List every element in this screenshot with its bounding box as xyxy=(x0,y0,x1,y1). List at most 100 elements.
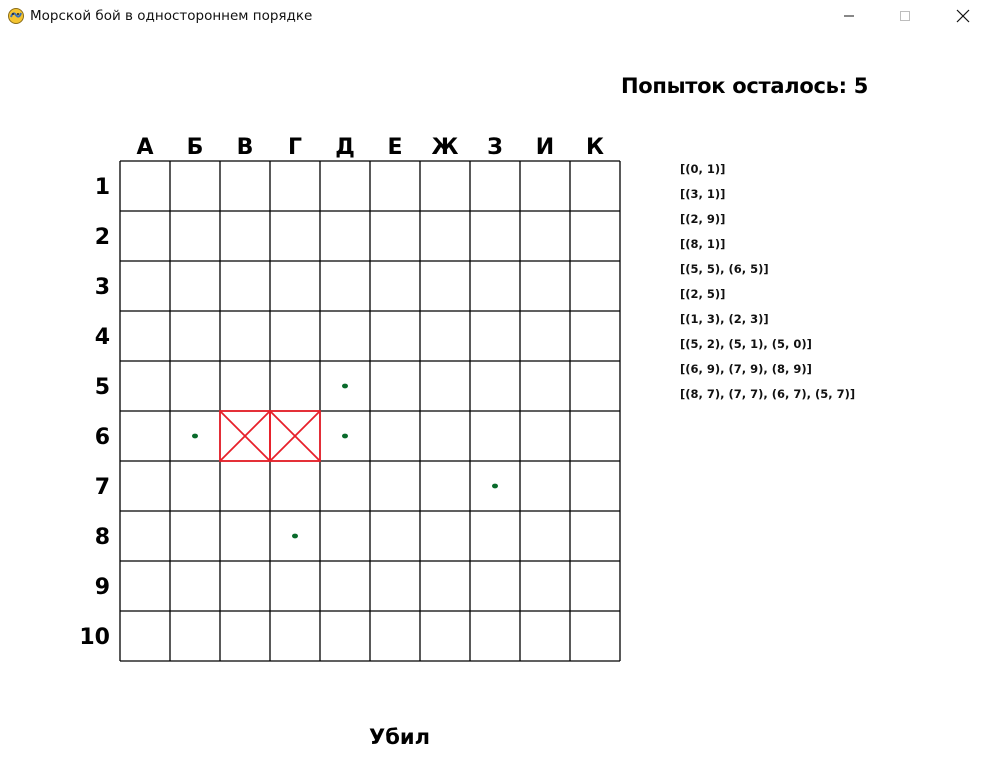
board-cell-Б10[interactable] xyxy=(170,611,220,661)
board-cell-К3[interactable] xyxy=(570,261,620,311)
board-cell-В2[interactable] xyxy=(220,211,270,261)
board-cell-Б5[interactable] xyxy=(170,361,220,411)
board-cell-З10[interactable] xyxy=(470,611,520,661)
miss-dot xyxy=(292,533,298,539)
row-label: 1 xyxy=(95,175,110,200)
board-cell-Б4[interactable] xyxy=(170,311,220,361)
board-cell-И1[interactable] xyxy=(520,161,570,211)
board-cell-А5[interactable] xyxy=(120,361,170,411)
board-cell-В4[interactable] xyxy=(220,311,270,361)
board-cell-В1[interactable] xyxy=(220,161,270,211)
board-cell-З2[interactable] xyxy=(470,211,520,261)
board-cell-В8[interactable] xyxy=(220,511,270,561)
board-cell-А7[interactable] xyxy=(120,461,170,511)
board-cell-К5[interactable] xyxy=(570,361,620,411)
board-cell-З6[interactable] xyxy=(470,411,520,461)
board-cell-Ж2[interactable] xyxy=(420,211,470,261)
board-cell-К8[interactable] xyxy=(570,511,620,561)
board-cell-Е9[interactable] xyxy=(370,561,420,611)
board-cell-К1[interactable] xyxy=(570,161,620,211)
board-cell-Ж8[interactable] xyxy=(420,511,470,561)
board-cell-А9[interactable] xyxy=(120,561,170,611)
board-cell-И9[interactable] xyxy=(520,561,570,611)
board-cell-Д9[interactable] xyxy=(320,561,370,611)
board-cell-Д10[interactable] xyxy=(320,611,370,661)
board-cell-Г4[interactable] xyxy=(270,311,320,361)
board-cell-Е6[interactable] xyxy=(370,411,420,461)
board-cell-З1[interactable] xyxy=(470,161,520,211)
board-cell-К2[interactable] xyxy=(570,211,620,261)
board-cell-Б8[interactable] xyxy=(170,511,220,561)
board-cell-Е5[interactable] xyxy=(370,361,420,411)
board-cell-Б9[interactable] xyxy=(170,561,220,611)
board-cell-Ж6[interactable] xyxy=(420,411,470,461)
board-cell-И6[interactable] xyxy=(520,411,570,461)
board-cell-Д3[interactable] xyxy=(320,261,370,311)
board-cell-К9[interactable] xyxy=(570,561,620,611)
board-cell-Е1[interactable] xyxy=(370,161,420,211)
board-cell-И8[interactable] xyxy=(520,511,570,561)
board-cell-Б7[interactable] xyxy=(170,461,220,511)
board-cell-Е8[interactable] xyxy=(370,511,420,561)
board-cell-К7[interactable] xyxy=(570,461,620,511)
board-cell-Е3[interactable] xyxy=(370,261,420,311)
board-cell-В5[interactable] xyxy=(220,361,270,411)
board-cell-И5[interactable] xyxy=(520,361,570,411)
board-cell-Г2[interactable] xyxy=(270,211,320,261)
board-cell-Д8[interactable] xyxy=(320,511,370,561)
board-cell-Ж7[interactable] xyxy=(420,461,470,511)
board-cell-И2[interactable] xyxy=(520,211,570,261)
shot-result: Убил xyxy=(369,725,430,749)
board-cell-Г9[interactable] xyxy=(270,561,320,611)
board-cell-Д7[interactable] xyxy=(320,461,370,511)
board-cell-З9[interactable] xyxy=(470,561,520,611)
row-label: 8 xyxy=(95,525,110,550)
board-cell-Ж9[interactable] xyxy=(420,561,470,611)
board-cell-Д2[interactable] xyxy=(320,211,370,261)
board-cell-В3[interactable] xyxy=(220,261,270,311)
board-cell-Е2[interactable] xyxy=(370,211,420,261)
board-cell-Г7[interactable] xyxy=(270,461,320,511)
board-cell-А6[interactable] xyxy=(120,411,170,461)
board-cell-Б1[interactable] xyxy=(170,161,220,211)
board-cell-А4[interactable] xyxy=(120,311,170,361)
board-cell-Ж3[interactable] xyxy=(420,261,470,311)
board-cell-Ж10[interactable] xyxy=(420,611,470,661)
board-cell-З5[interactable] xyxy=(470,361,520,411)
board-cell-А3[interactable] xyxy=(120,261,170,311)
board-cell-В10[interactable] xyxy=(220,611,270,661)
board-cell-Е7[interactable] xyxy=(370,461,420,511)
board-cell-Ж5[interactable] xyxy=(420,361,470,411)
ship-coordinates: [(6, 9), (7, 9), (8, 9)] xyxy=(680,362,812,376)
board-cell-З4[interactable] xyxy=(470,311,520,361)
board-cell-К6[interactable] xyxy=(570,411,620,461)
board-cell-Г5[interactable] xyxy=(270,361,320,411)
row-label: 4 xyxy=(95,325,110,350)
board-cell-Е4[interactable] xyxy=(370,311,420,361)
board-cell-И3[interactable] xyxy=(520,261,570,311)
board-cell-К4[interactable] xyxy=(570,311,620,361)
board-cell-Е10[interactable] xyxy=(370,611,420,661)
miss-dot xyxy=(492,483,498,489)
board-cell-А8[interactable] xyxy=(120,511,170,561)
board-cell-А10[interactable] xyxy=(120,611,170,661)
board-cell-Б3[interactable] xyxy=(170,261,220,311)
board-cell-Ж1[interactable] xyxy=(420,161,470,211)
board-cell-Д1[interactable] xyxy=(320,161,370,211)
board-cell-Б2[interactable] xyxy=(170,211,220,261)
board-cell-Г10[interactable] xyxy=(270,611,320,661)
board-cell-И7[interactable] xyxy=(520,461,570,511)
board-cell-И4[interactable] xyxy=(520,311,570,361)
board-cell-В7[interactable] xyxy=(220,461,270,511)
board-cell-А1[interactable] xyxy=(120,161,170,211)
board-cell-Ж4[interactable] xyxy=(420,311,470,361)
board-cell-Г1[interactable] xyxy=(270,161,320,211)
board-cell-В9[interactable] xyxy=(220,561,270,611)
board-cell-А2[interactable] xyxy=(120,211,170,261)
board-cell-Д4[interactable] xyxy=(320,311,370,361)
board-cell-И10[interactable] xyxy=(520,611,570,661)
board-cell-З8[interactable] xyxy=(470,511,520,561)
board-cell-З3[interactable] xyxy=(470,261,520,311)
board-cell-К10[interactable] xyxy=(570,611,620,661)
board-cell-Г3[interactable] xyxy=(270,261,320,311)
